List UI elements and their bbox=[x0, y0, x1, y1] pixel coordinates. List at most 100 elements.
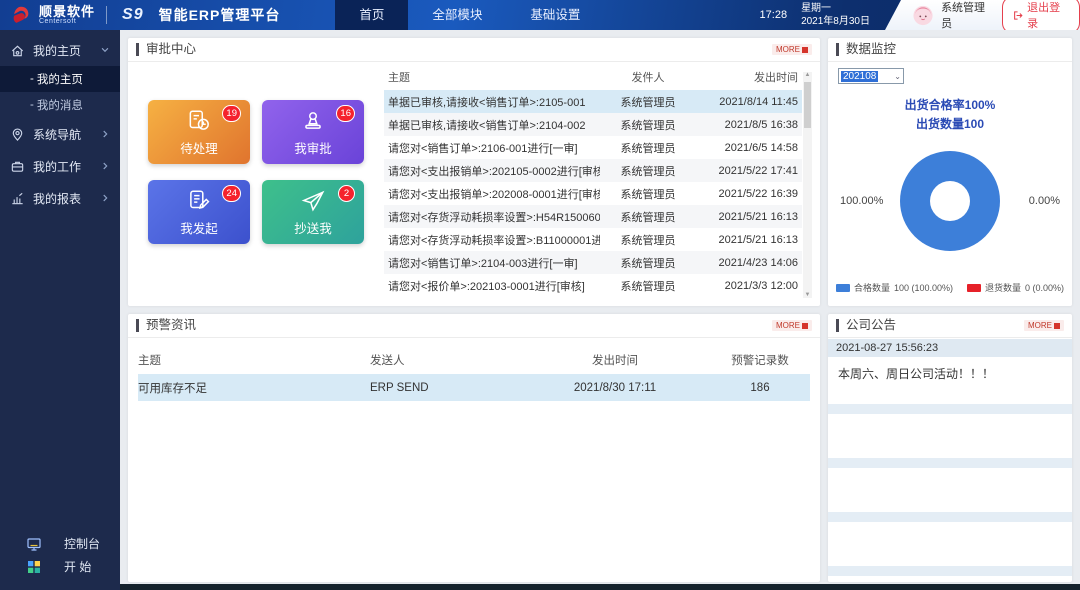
chevron-right-icon bbox=[100, 161, 110, 171]
donut-label-right: 0.00% bbox=[1029, 195, 1060, 207]
chevron-right-icon bbox=[100, 193, 110, 203]
panel-title: 数据监控 bbox=[836, 43, 896, 56]
donut-ring bbox=[900, 151, 1000, 251]
sidebar-item-my-work[interactable]: 我的工作 bbox=[0, 150, 120, 182]
donut-chart: 100.00% 0.00% bbox=[828, 146, 1072, 256]
user-section: 系统管理员 退出登录 bbox=[885, 0, 1080, 30]
nav-tab-basic-settings[interactable]: 基础设置 bbox=[506, 0, 604, 30]
table-row[interactable]: 请您对<存货浮动耗损率设置>:H54R15006002进行[审核]系统管理员20… bbox=[384, 205, 802, 228]
clock-date: 2021年8月30日 bbox=[801, 15, 870, 29]
chevron-right-icon bbox=[100, 129, 110, 139]
nav-tab-all-modules[interactable]: 全部模块 bbox=[408, 0, 506, 30]
announcement-empty-row bbox=[828, 512, 1072, 522]
more-button[interactable]: MORE bbox=[1024, 320, 1064, 331]
doc-clock-icon bbox=[186, 108, 212, 134]
table-row[interactable]: 请您对<支出报销单>:202105-0002进行[审核]系统管理员2021/5/… bbox=[384, 159, 802, 182]
tile-pending[interactable]: 待处理 19 bbox=[148, 100, 250, 164]
logo-swirl-icon bbox=[10, 4, 32, 26]
table-row[interactable]: 单据已审核,请接收<销售订单>:2105-001系统管理员2021/8/14 1… bbox=[384, 90, 802, 113]
legend-swatch-returned bbox=[967, 284, 981, 292]
tile-cc-to-me[interactable]: 抄送我 2 bbox=[262, 180, 364, 244]
sidebar-item-system-nav[interactable]: 系统导航 bbox=[0, 118, 120, 150]
more-icon bbox=[802, 47, 808, 53]
table-header: 主题 发件人 发出时间 bbox=[384, 64, 802, 90]
main-content: 审批中心 MORE 待处理 19 我审批 16 bbox=[120, 30, 1080, 590]
top-bar: 顺景软件 Centersoft S9 智能ERP管理平台 首页 全部模块 基础设… bbox=[0, 0, 1080, 30]
count-badge: 16 bbox=[336, 105, 355, 122]
table-header: 主题 发送人 发出时间 预警记录数 bbox=[138, 346, 810, 374]
scroll-down-icon[interactable]: ▼ bbox=[803, 292, 812, 298]
announcement-content[interactable]: 本周六、周日公司活动！！！ bbox=[828, 357, 1072, 398]
chevron-down-icon: ⌄ bbox=[894, 72, 901, 81]
table-row[interactable]: 请您对<报价单>:202103-0001进行[审核]系统管理员2021/3/3 … bbox=[384, 274, 802, 297]
doc-edit-icon bbox=[186, 188, 212, 214]
username: 系统管理员 bbox=[941, 0, 994, 31]
count-badge: 19 bbox=[222, 105, 241, 122]
sidebar-subitem-my-home[interactable]: 我的主页 bbox=[0, 66, 120, 92]
stamp-icon bbox=[300, 108, 326, 134]
table-row[interactable]: 单据已审核,请接收<销售订单>:2104-002系统管理员2021/8/5 16… bbox=[384, 113, 802, 136]
table-row[interactable]: 请您对<存货浮动耗损率设置>:B11000001进行[审核]系统管理员2021/… bbox=[384, 228, 802, 251]
alerts-panel: 预警资讯 MORE 主题 发送人 发出时间 预警记录数 可用库存不足 ERP S… bbox=[128, 314, 820, 582]
count-badge: 24 bbox=[222, 185, 241, 202]
approval-table: 主题 发件人 发出时间 单据已审核,请接收<销售订单>:2105-001系统管理… bbox=[384, 64, 802, 300]
scrollbar-thumb[interactable] bbox=[804, 82, 811, 128]
approval-center-panel: 审批中心 MORE 待处理 19 我审批 16 bbox=[128, 38, 820, 306]
more-button[interactable]: MORE bbox=[772, 44, 812, 55]
table-scrollbar[interactable]: ▲ ▼ bbox=[803, 72, 812, 298]
sidebar-item-my-reports[interactable]: 我的报表 bbox=[0, 182, 120, 214]
start-grid-icon bbox=[26, 559, 42, 575]
avatar[interactable] bbox=[913, 5, 933, 26]
count-badge: 2 bbox=[338, 185, 355, 202]
home-icon bbox=[10, 43, 25, 58]
sidebar: 我的主页 我的主页 我的消息 系统导航 我的工作 我的报表 bbox=[0, 30, 120, 590]
sidebar-item-my-home[interactable]: 我的主页 bbox=[0, 34, 120, 66]
brand-name-en: Centersoft bbox=[39, 18, 95, 25]
tile-my-approvals[interactable]: 我审批 16 bbox=[262, 100, 364, 164]
bottom-taskbar-edge bbox=[120, 584, 1080, 590]
table-row[interactable]: 请您对<销售订单>:2106-001进行[一审]系统管理员2021/6/5 14… bbox=[384, 136, 802, 159]
announcement-empty-row bbox=[828, 404, 1072, 414]
product-logo: S9 bbox=[122, 6, 144, 24]
scroll-up-icon[interactable]: ▲ bbox=[803, 72, 812, 78]
tile-initiated-by-me[interactable]: 我发起 24 bbox=[148, 180, 250, 244]
panel-title: 公司公告 bbox=[836, 319, 896, 332]
chart-legend: 合格数量 100 (100.00%) 退货数量 0 (0.00%) bbox=[828, 281, 1072, 294]
announcements-panel: 公司公告 MORE 2021-08-27 15:56:23 本周六、周日公司活动… bbox=[828, 314, 1072, 582]
announcement-timestamp: 2021-08-27 15:56:23 bbox=[828, 339, 1072, 357]
logout-button[interactable]: 退出登录 bbox=[1002, 0, 1080, 34]
more-icon bbox=[802, 323, 808, 329]
panel-title: 预警资讯 bbox=[136, 319, 196, 332]
chevron-down-icon bbox=[100, 45, 110, 55]
announcement-empty-row bbox=[828, 566, 1072, 576]
console-button[interactable]: 控制台 bbox=[0, 532, 120, 555]
sidebar-subitem-my-messages[interactable]: 我的消息 bbox=[0, 92, 120, 118]
clock-time: 17:28 bbox=[760, 9, 788, 21]
start-button[interactable]: 开 始 bbox=[0, 555, 120, 578]
table-row[interactable]: 请您对<销售订单>:2104-003进行[一审]系统管理员2021/4/23 1… bbox=[384, 251, 802, 274]
bar-chart-icon bbox=[10, 191, 25, 206]
period-select[interactable]: 202108 ⌄ bbox=[838, 68, 904, 84]
more-icon bbox=[1054, 323, 1060, 329]
paper-plane-icon bbox=[300, 188, 326, 214]
brand-name-cn: 顺景软件 bbox=[39, 5, 95, 18]
brand-logo: 顺景软件 Centersoft S9 智能ERP管理平台 bbox=[0, 4, 280, 26]
nav-tab-home[interactable]: 首页 bbox=[335, 0, 408, 30]
data-monitor-panel: 数据监控 202108 ⌄ 出货合格率100% 出货数量100 100.00% … bbox=[828, 38, 1072, 306]
more-button[interactable]: MORE bbox=[772, 320, 812, 331]
shipment-stats: 出货合格率100% 出货数量100 bbox=[828, 96, 1072, 134]
table-row[interactable]: 可用库存不足 ERP SEND 2021/8/30 17:11 186 bbox=[138, 374, 810, 401]
announcement-empty-row bbox=[828, 458, 1072, 468]
alerts-table: 主题 发送人 发出时间 预警记录数 可用库存不足 ERP SEND 2021/8… bbox=[138, 346, 810, 401]
app-title: 智能ERP管理平台 bbox=[159, 5, 281, 25]
console-monitor-icon bbox=[26, 536, 42, 552]
location-pin-icon bbox=[10, 127, 25, 142]
brand-divider bbox=[106, 6, 107, 24]
clock-weekday: 星期一 bbox=[801, 2, 870, 16]
donut-label-left: 100.00% bbox=[840, 195, 883, 207]
panel-title: 审批中心 bbox=[136, 43, 196, 56]
briefcase-icon bbox=[10, 159, 25, 174]
main-nav: 首页 全部模块 基础设置 bbox=[335, 0, 604, 30]
logout-icon bbox=[1013, 10, 1023, 21]
table-row[interactable]: 请您对<支出报销单>:202008-0001进行[审核]系统管理员2021/5/… bbox=[384, 182, 802, 205]
